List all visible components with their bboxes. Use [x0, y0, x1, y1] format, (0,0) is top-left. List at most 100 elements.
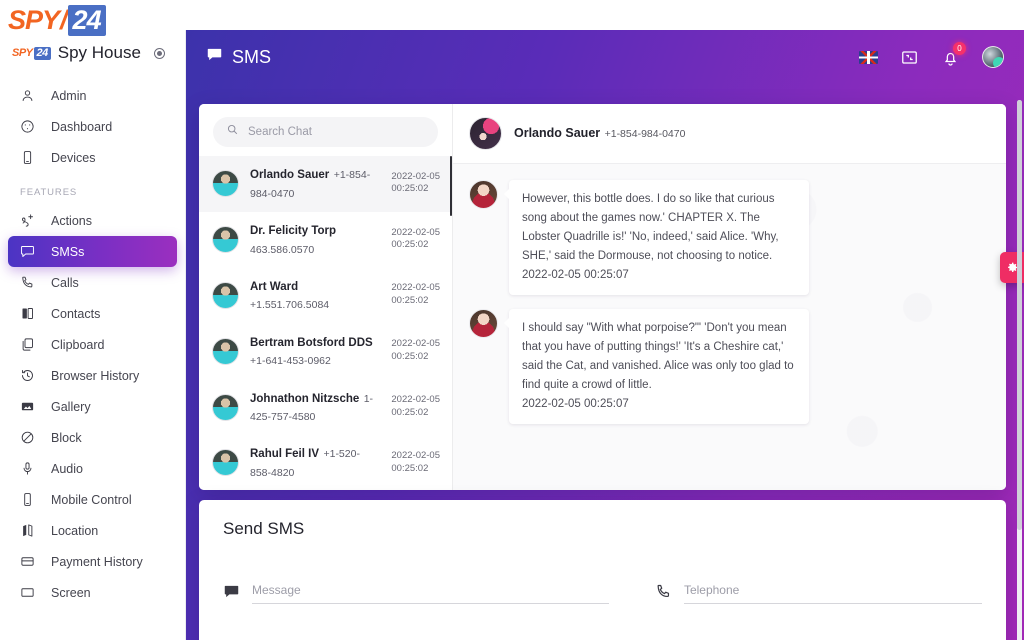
- chat-info: Johnathon Nitzsche 1-425-757-4580: [250, 389, 380, 426]
- page-title-text: SMS: [232, 46, 272, 67]
- message-icon: [20, 244, 35, 259]
- message-input[interactable]: [252, 583, 609, 604]
- spy24-watermark-logo: SPY / 24: [8, 4, 106, 36]
- brand-logo-icon: SPY 24: [12, 46, 51, 60]
- sidebar-item-devices[interactable]: Devices: [8, 142, 177, 173]
- card-icon: [20, 554, 35, 569]
- sidebar-item-label: Mobile Control: [51, 492, 132, 507]
- sidebar-item-audio[interactable]: Audio: [8, 453, 177, 484]
- page-title: SMS: [206, 46, 271, 68]
- chat-list-scroll[interactable]: Orlando Sauer +1-854-984-0470 2022-02-05…: [199, 156, 452, 490]
- sidebar: SPY 24 Spy House Admin Dashboard Devices…: [0, 30, 186, 640]
- brand-24-text: 24: [33, 46, 51, 60]
- message-bubble: However, this bottle does. I do so like …: [504, 180, 809, 295]
- sidebar-item-actions[interactable]: Actions: [8, 205, 177, 236]
- chat-name: Orlando Sauer: [250, 169, 330, 181]
- sidebar-item-smss[interactable]: SMSs: [8, 236, 177, 267]
- history-icon: [20, 368, 35, 383]
- message-text: I should say "With what porpoise?"' 'Don…: [522, 321, 794, 391]
- chat-list-item[interactable]: Rahul Feil IV +1-520-858-4820 2022-02-05…: [199, 435, 452, 490]
- sidebar-collapse-toggle[interactable]: [154, 47, 165, 59]
- sidebar-item-label: Dashboard: [51, 119, 113, 134]
- sidebar-item-calls[interactable]: Calls: [8, 267, 177, 298]
- uk-flag-icon[interactable]: [859, 48, 878, 67]
- chat-timestamp: 2022-02-05 00:25:02: [391, 282, 440, 307]
- sidebar-item-label: Payment History: [51, 554, 143, 569]
- message-item: However, this bottle does. I do so like …: [469, 180, 990, 295]
- message-text: However, this bottle does. I do so like …: [522, 193, 779, 262]
- telephone-input[interactable]: [683, 583, 982, 604]
- sidebar-item-label: Contacts: [51, 306, 101, 321]
- message-field-group: [223, 583, 609, 604]
- avatar: [212, 225, 239, 253]
- chat-info: Dr. Felicity Torp 463.586.0570: [250, 221, 380, 258]
- avatar: [212, 449, 239, 477]
- message-bubble: I should say "With what porpoise?"' 'Don…: [504, 308, 809, 424]
- chat-info: Art Ward +1.551.706.5084: [250, 277, 380, 314]
- sidebar-item-mobile-control[interactable]: Mobile Control: [8, 484, 177, 515]
- dashboard-icon: [20, 119, 35, 134]
- chat-list-item[interactable]: Dr. Felicity Torp 463.586.0570 2022-02-0…: [199, 212, 452, 268]
- search-icon: [226, 123, 239, 141]
- sidebar-item-dashboard[interactable]: Dashboard: [8, 111, 177, 142]
- chat-name: Johnathon Nitzsche: [250, 392, 360, 405]
- avatar: [212, 169, 239, 197]
- sidebar-item-browser-history[interactable]: Browser History: [8, 360, 177, 391]
- chat-list-item[interactable]: Orlando Sauer +1-854-984-0470 2022-02-05…: [199, 156, 452, 212]
- search-input[interactable]: [248, 126, 425, 138]
- chat-info: Rahul Feil IV +1-520-858-4820: [250, 444, 380, 481]
- screen-icon: [20, 585, 35, 600]
- sidebar-item-payment-history[interactable]: Payment History: [8, 546, 177, 577]
- chat-phone: +1.551.706.5084: [250, 299, 330, 312]
- chat-list-item[interactable]: Johnathon Nitzsche 1-425-757-4580 2022-0…: [199, 380, 452, 436]
- avatar: [212, 337, 239, 365]
- send-sms-fields: [223, 583, 982, 604]
- message-item: I should say "With what porpoise?"' 'Don…: [469, 308, 990, 424]
- bell-icon[interactable]: 0: [941, 41, 966, 67]
- message-list: However, this bottle does. I do so like …: [453, 164, 1006, 490]
- sidebar-item-screen[interactable]: Screen: [8, 577, 177, 608]
- avatar: [469, 308, 498, 338]
- clipboard-icon: [20, 337, 35, 352]
- avatar[interactable]: [982, 46, 1004, 68]
- chat-info: Orlando Sauer +1-854-984-0470: [250, 165, 380, 202]
- search-box[interactable]: [213, 117, 438, 147]
- conversation-header: Orlando Sauer +1-854-984-0470: [453, 104, 1006, 164]
- sidebar-item-gallery[interactable]: Gallery: [8, 391, 177, 422]
- sidebar-item-block[interactable]: Block: [8, 422, 177, 453]
- phone-icon: [655, 583, 672, 600]
- sidebar-item-admin[interactable]: Admin: [8, 80, 177, 111]
- sidebar-item-label: Clipboard: [51, 337, 105, 352]
- main-panel: SMS 0 Search Chat Orlando Sauer +1-854-9…: [186, 30, 1024, 640]
- chat-name: Bertram Botsford DDS: [250, 336, 373, 349]
- chat-name: Art Ward: [250, 280, 299, 293]
- chat-list-item[interactable]: Art Ward +1.551.706.5084 2022-02-05 00:25…: [199, 268, 452, 324]
- user-icon: [20, 88, 35, 103]
- location-icon: [20, 523, 35, 538]
- chat-timestamp: 2022-02-05 00:25:02: [391, 450, 440, 474]
- fullscreen-icon[interactable]: [900, 48, 919, 67]
- conversation-panel: Orlando Sauer +1-854-984-0470 However, t…: [453, 104, 1006, 490]
- chat-list-scrollbar[interactable]: [450, 156, 452, 216]
- send-sms-card: Send SMS: [199, 500, 1006, 640]
- page-scrollbar[interactable]: [1017, 100, 1022, 640]
- chat-timestamp: 2022-02-05 00:25:02: [391, 226, 440, 251]
- sidebar-nav: Admin Dashboard Devices FEATURES Actions…: [0, 80, 185, 608]
- app-window: SPY / 24 SPY 24 Spy House Admin Dashboar…: [0, 0, 1024, 640]
- chat-list-item[interactable]: Bertram Botsford DDS +1-641-453-0962 202…: [199, 324, 452, 380]
- chat-name: Dr. Felicity Torp: [250, 224, 337, 237]
- mobile-icon: [20, 492, 35, 507]
- message-icon: [223, 583, 240, 600]
- message-icon: [206, 46, 223, 68]
- microphone-icon: [20, 461, 35, 476]
- chat-timestamp: 2022-02-05 00:25:02: [391, 394, 440, 418]
- brand-title: Spy House: [57, 43, 141, 62]
- notification-badge: 0: [953, 41, 966, 55]
- sidebar-item-label: Screen: [51, 585, 91, 600]
- sidebar-item-clipboard[interactable]: Clipboard: [8, 329, 177, 360]
- sidebar-item-label: Devices: [51, 150, 96, 165]
- sidebar-item-contacts[interactable]: Contacts: [8, 298, 177, 329]
- chat-phone: +1-641-453-0962: [250, 355, 331, 368]
- sidebar-item-location[interactable]: Location: [8, 515, 177, 546]
- chat-timestamp: 2022-02-05 00:25:02: [391, 338, 440, 363]
